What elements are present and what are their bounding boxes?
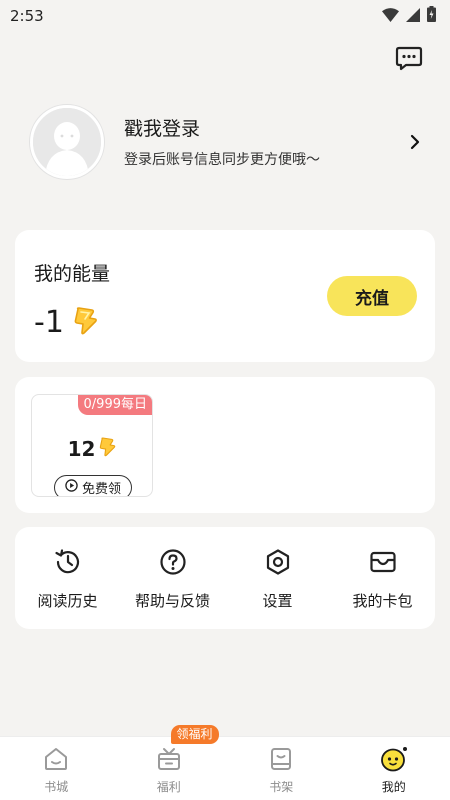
status-time: 2:53 [10, 7, 44, 25]
wifi-icon [382, 7, 399, 26]
task-energy-value: 12 [67, 437, 96, 461]
menu-item-help-feedback[interactable]: 帮助与反馈 [120, 527, 225, 629]
menu-item-settings[interactable]: 设置 [225, 527, 330, 629]
message-icon [395, 46, 423, 76]
play-circle-icon [65, 479, 78, 496]
message-button[interactable] [394, 46, 424, 76]
help-icon [158, 547, 188, 577]
settings-icon [263, 547, 293, 577]
menu-label-reading-history: 阅读历史 [37, 592, 98, 610]
tab-label-bookshelf: 书架 [269, 780, 294, 794]
daily-task-card: 0/999每日 12 免费领 [15, 377, 435, 513]
free-claim-button[interactable]: 免费领 [54, 475, 132, 497]
tab-label-mine: 我的 [381, 780, 406, 794]
home-icon [41, 744, 71, 774]
gift-icon [154, 744, 184, 774]
free-claim-label: 免费领 [81, 482, 121, 497]
history-icon [53, 547, 83, 577]
chevron-right-icon[interactable] [405, 132, 425, 152]
status-icons [382, 6, 436, 26]
login-subtitle: 登录后账号信息同步更方便哦～ [124, 151, 320, 168]
menu-label-card-wallet: 我的卡包 [352, 592, 413, 610]
energy-bolt-icon [72, 307, 98, 339]
menu-label-settings: 设置 [262, 592, 293, 610]
energy-label: 我的能量 [34, 263, 111, 285]
task-value-row: 12 [32, 437, 152, 461]
energy-bolt-icon [98, 437, 116, 461]
login-profile-row[interactable]: 戳我登录 登录后账号信息同步更方便哦～ [30, 102, 425, 182]
menu-label-help-feedback: 帮助与反馈 [134, 592, 210, 610]
profile-text: 戳我登录 登录后账号信息同步更方便哦～ [124, 116, 405, 169]
menu-item-card-wallet[interactable]: 我的卡包 [330, 527, 435, 629]
card-wallet-icon [368, 547, 398, 577]
tab-bookshelf[interactable]: 书架 [225, 737, 338, 800]
tab-label-bookstore: 书城 [44, 780, 69, 794]
menu-item-reading-history[interactable]: 阅读历史 [15, 527, 120, 629]
tab-label-welfare: 福利 [156, 780, 181, 794]
tab-bookstore[interactable]: 书城 [0, 737, 113, 800]
free-energy-tile[interactable]: 0/999每日 12 免费领 [31, 394, 153, 497]
recharge-button[interactable]: 充值 [327, 276, 417, 316]
battery-icon [427, 6, 436, 26]
menu-card: 阅读历史 帮助与反馈 设置 我的卡包 [15, 527, 435, 629]
tab-welfare[interactable]: 领福利 福利 [113, 725, 226, 800]
signal-icon [406, 7, 420, 26]
welfare-badge: 领福利 [170, 725, 219, 744]
status-bar: 2:53 [0, 0, 450, 32]
daily-limit-badge: 0/999每日 [77, 395, 152, 415]
energy-value: -1 [34, 305, 64, 340]
login-title: 戳我登录 [124, 117, 201, 140]
energy-value-row: -1 [34, 306, 98, 340]
avatar[interactable] [30, 105, 104, 179]
energy-card: 我的能量 -1 充值 [15, 230, 435, 362]
tab-mine[interactable]: 我的 [338, 737, 450, 800]
bookshelf-icon [266, 744, 296, 774]
mascot-icon [379, 744, 409, 774]
bottom-tab-bar: 书城 领福利 福利 书架 我的 [0, 725, 450, 800]
